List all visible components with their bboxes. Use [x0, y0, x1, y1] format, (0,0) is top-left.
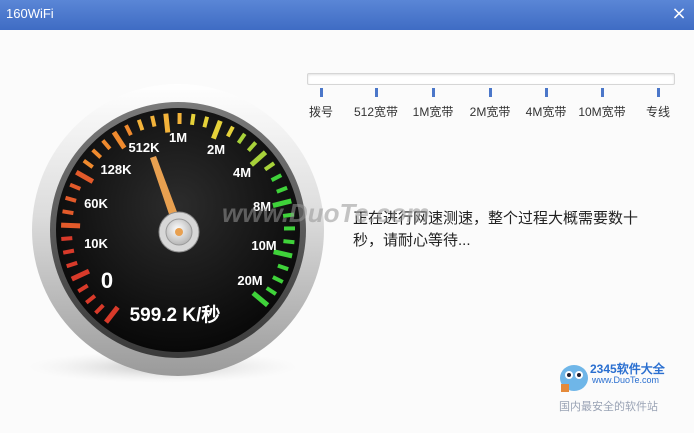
tier-label-2m: 2M宽带 [469, 105, 511, 119]
tier-tick [432, 88, 435, 97]
tier-label-dialup: 拨号 [308, 105, 334, 119]
tier-tick [320, 88, 323, 97]
scale-label: 1M [169, 130, 187, 145]
scale-label: 20M [237, 273, 262, 288]
gauge-tick [163, 113, 171, 133]
watermark-slogan: 国内最安全的软件站 [559, 401, 658, 413]
scale-label: 0 [101, 268, 113, 293]
close-icon: × [671, 3, 687, 24]
gauge-tick [60, 222, 81, 229]
scale-label: 4M [233, 165, 251, 180]
gauge-tick [202, 116, 210, 128]
close-button[interactable]: × [664, 0, 694, 30]
watermark-url: www.DuoTe.com [592, 375, 660, 385]
tier-label-1m: 1M宽带 [412, 105, 454, 119]
title-bar: 160WiFi × [0, 0, 694, 30]
scale-label: 128K [100, 162, 132, 177]
gauge-tick [150, 115, 157, 128]
scale-label: 10K [84, 236, 108, 251]
scale-label: 60K [84, 196, 108, 211]
tier-label-10m: 10M宽带 [578, 105, 626, 119]
speed-tier-track [307, 73, 675, 85]
gauge-tick [61, 236, 73, 241]
tier-tick [601, 88, 604, 97]
tier-label-512k: 512宽带 [353, 105, 399, 119]
speedometer: 0 10K 60K 128K 512K 1M 2M 4M 8M 10M 20M … [28, 84, 324, 383]
scale-label: 10M [251, 238, 276, 253]
scale-label: 512K [128, 140, 160, 155]
gauge-tick [62, 248, 75, 255]
gauge-tick [190, 113, 196, 126]
tier-tick [545, 88, 548, 97]
current-speed: 599.2 K/秒 [130, 303, 221, 326]
tier-label-leased-line: 专线 [645, 105, 671, 119]
gauge-tick [283, 239, 295, 245]
scale-label: 2M [207, 142, 225, 157]
watermark-center: www.DuoTe.com [222, 198, 430, 228]
gauge-hub-center [175, 228, 183, 236]
gauge-tick [62, 209, 74, 216]
tier-label-4m: 4M宽带 [525, 105, 567, 119]
tier-tick [489, 88, 492, 97]
tier-tick [657, 88, 660, 97]
window-title: 160WiFi [6, 6, 54, 21]
tier-tick [375, 88, 378, 97]
